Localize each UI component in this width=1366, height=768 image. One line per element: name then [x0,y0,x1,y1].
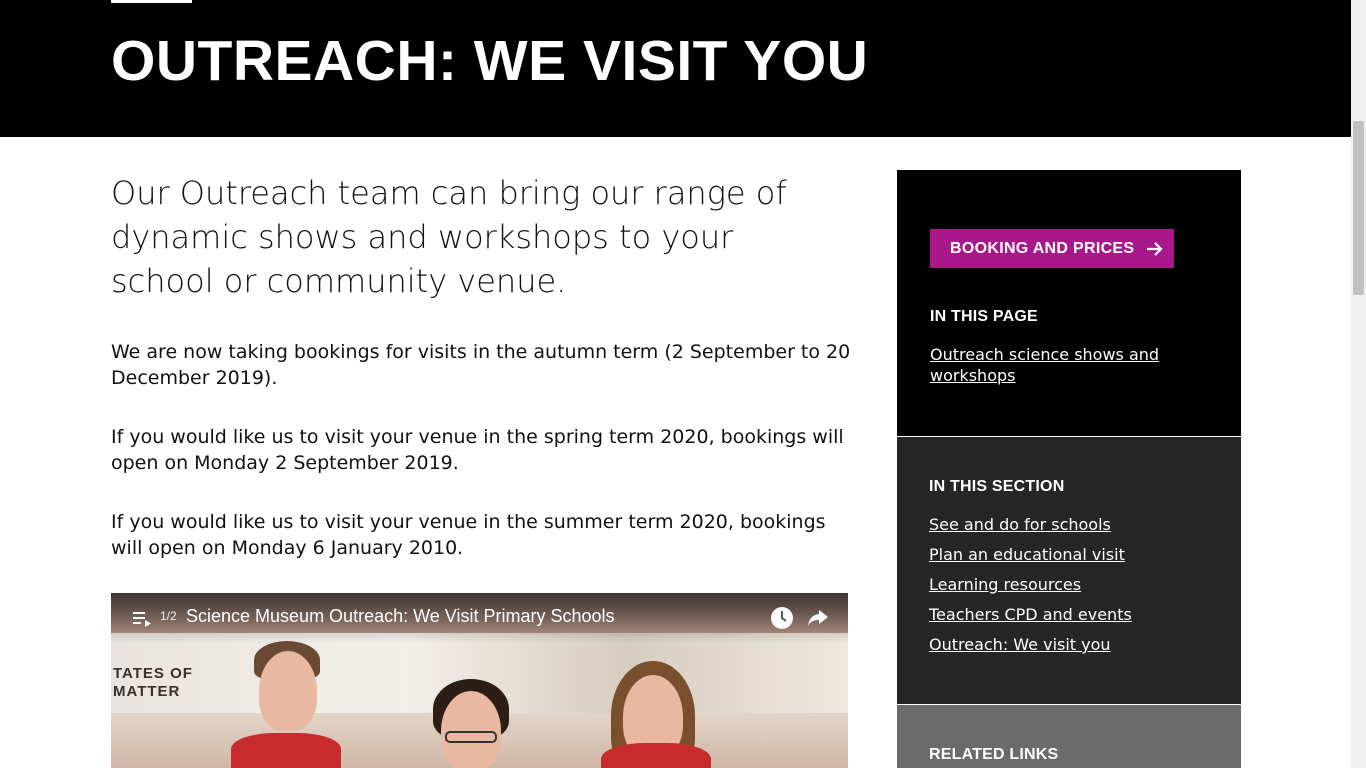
clock-icon[interactable] [769,605,795,631]
related-links-heading: RELATED LINKS [929,746,1059,763]
page-scrollbar-thumb[interactable] [1353,121,1364,295]
hero-accent-bar [111,0,192,3]
in-this-section-heading: IN THIS SECTION [929,478,1065,495]
sidebar-in-this-page-panel [897,170,1241,436]
in-this-page-heading: IN THIS PAGE [930,308,1038,325]
page-title: OUTREACH: WE VISIT YOU [111,29,869,93]
link-plan-educational-visit[interactable]: Plan an educational visit [929,544,1125,565]
share-icon[interactable] [805,605,831,631]
playlist-icon[interactable] [131,607,153,629]
video-child-1 [259,651,317,731]
booking-and-prices-button[interactable]: BOOKING AND PRICES [930,229,1174,268]
link-learning-resources[interactable]: Learning resources [929,574,1081,595]
link-see-and-do-for-schools[interactable]: See and do for schools [929,514,1111,535]
summer-booking-text: If you would like us to visit your venue… [111,511,826,559]
link-teachers-cpd-events[interactable]: Teachers CPD and events [929,604,1132,625]
video-title[interactable]: Science Museum Outreach: We Visit Primar… [186,606,615,627]
video-player[interactable]: TATES OF MATTER 1/2 Science Museum Outre… [111,593,848,768]
page-scrollbar-track[interactable] [1351,0,1366,768]
page-hero: OUTREACH: WE VISIT YOU [0,0,1351,137]
playlist-count: 1/2 [160,609,177,623]
autumn-booking-text: We are now taking bookings for visits in… [111,341,851,389]
spring-booking-text: If you would like us to visit your venue… [111,426,844,474]
link-outreach-we-visit-you[interactable]: Outreach: We visit you [929,634,1111,655]
link-outreach-shows-workshops[interactable]: Outreach science shows and workshops [930,344,1180,386]
video-child-2 [441,691,501,768]
booking-button-label: BOOKING AND PRICES [950,239,1135,257]
arrow-right-icon [1147,241,1163,256]
lead-paragraph: Our Outreach team can bring our range of… [111,174,787,300]
video-scene-sign: TATES OF MATTER [113,665,193,700]
